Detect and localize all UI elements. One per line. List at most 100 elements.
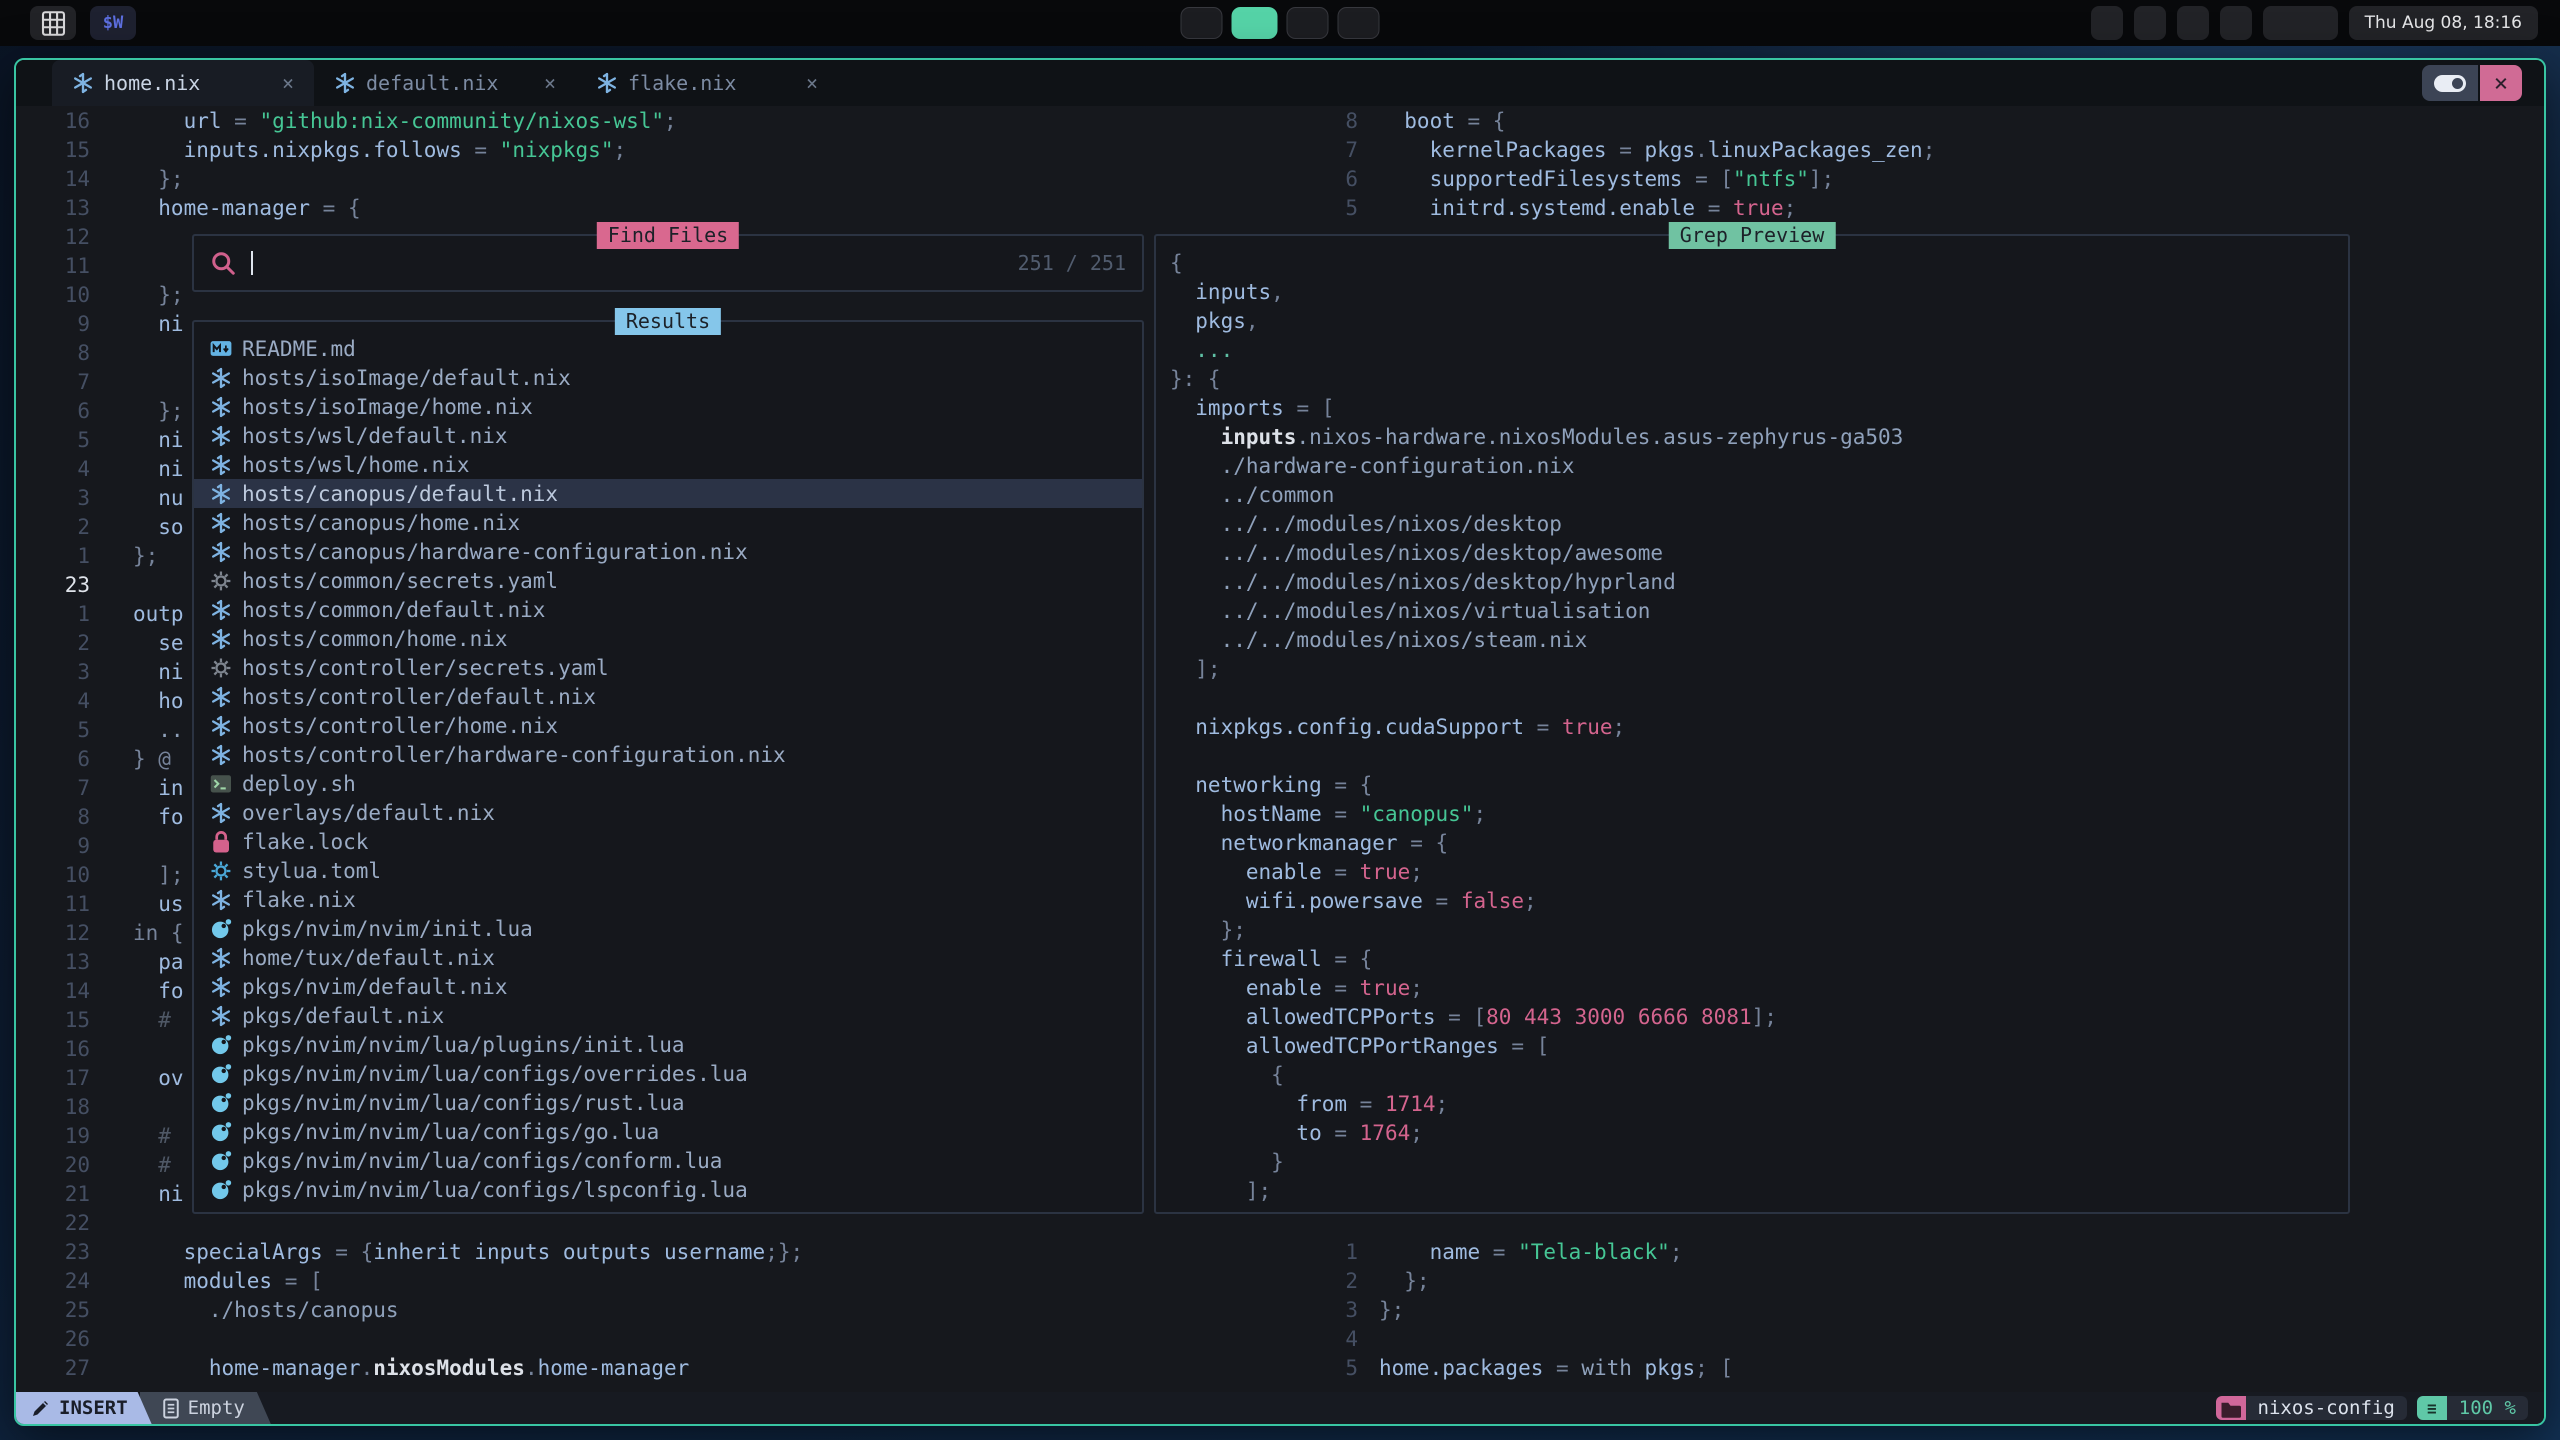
system-tray: [2263, 6, 2338, 40]
tab-close-icon[interactable]: ×: [544, 71, 556, 95]
file-result-item[interactable]: hosts/common/secrets.yaml: [194, 566, 1142, 595]
file-result-item[interactable]: pkgs/default.nix: [194, 1001, 1142, 1030]
file-result-item[interactable]: hosts/controller/secrets.yaml: [194, 653, 1142, 682]
file-path: hosts/isoImage/default.nix: [242, 366, 571, 390]
file-result-item[interactable]: README.md: [194, 334, 1142, 363]
code-line: 24 modules = [: [16, 1266, 1296, 1295]
file-result-item[interactable]: flake.nix: [194, 885, 1142, 914]
file-path: pkgs/nvim/nvim/init.lua: [242, 917, 533, 941]
search-input[interactable]: 251 / 251: [194, 236, 1142, 290]
code-text: boot = {: [1379, 109, 1505, 133]
launcher-button[interactable]: [30, 6, 76, 40]
code-text: ov: [133, 1066, 184, 1090]
tab-close-icon[interactable]: ×: [806, 71, 818, 95]
code-text: home.packages = with pkgs; [: [1379, 1356, 1733, 1380]
code-text: ];: [1170, 1179, 1271, 1203]
line-number: 4: [1298, 1327, 1358, 1351]
file-path: pkgs/nvim/nvim/lua/configs/conform.lua: [242, 1149, 722, 1173]
file-result-item[interactable]: hosts/canopus/home.nix: [194, 508, 1142, 537]
window-close-button[interactable]: ×: [2480, 65, 2522, 101]
preview-line: inputs.nixos-hardware.nixosModules.asus-…: [1170, 422, 2348, 451]
file-result-item[interactable]: pkgs/nvim/nvim/lua/configs/go.lua: [194, 1117, 1142, 1146]
code-line: 2 };: [1298, 1266, 2544, 1295]
file-path: hosts/controller/home.nix: [242, 714, 558, 738]
file-result-item[interactable]: pkgs/nvim/nvim/lua/configs/lspconfig.lua: [194, 1175, 1142, 1204]
file-result-item[interactable]: hosts/canopus/default.nix: [194, 479, 1142, 508]
nix-icon: [72, 71, 94, 95]
file-result-item[interactable]: hosts/common/home.nix: [194, 624, 1142, 653]
code-text: to = 1764;: [1170, 1121, 1423, 1145]
file-result-item[interactable]: hosts/controller/home.nix: [194, 711, 1142, 740]
editor-tab[interactable]: flake.nix ×: [576, 60, 838, 106]
line-number: 12: [16, 225, 90, 249]
code-text: };: [133, 283, 184, 307]
nix-icon: [210, 627, 232, 651]
file-result-item[interactable]: overlays/default.nix: [194, 798, 1142, 827]
code-text: from = 1714;: [1170, 1092, 1448, 1116]
code-text: };: [133, 399, 184, 423]
code-text: inputs,: [1170, 280, 1284, 304]
code-text: wifi.powersave = false;: [1170, 889, 1537, 913]
file-result-item[interactable]: pkgs/nvim/nvim/lua/configs/overrides.lua: [194, 1059, 1142, 1088]
line-number: 2: [16, 631, 90, 655]
workspace-button[interactable]: [1181, 7, 1223, 39]
code-text: hostName = "canopus";: [1170, 802, 1486, 826]
file-result-item[interactable]: hosts/wsl/home.nix: [194, 450, 1142, 479]
file-result-item[interactable]: pkgs/nvim/nvim/lua/plugins/init.lua: [194, 1030, 1142, 1059]
line-number: 8: [16, 805, 90, 829]
status-tile: [2177, 6, 2209, 40]
nix-icon: [210, 1004, 232, 1028]
line-number: 2: [1298, 1269, 1358, 1293]
file-result-item[interactable]: hosts/controller/default.nix: [194, 682, 1142, 711]
workspace-button[interactable]: [1338, 7, 1380, 39]
desktop: $W Thu Aug 08, 18:16 home.nix × default.…: [0, 0, 2560, 1440]
tab-close-icon[interactable]: ×: [282, 71, 294, 95]
line-number: 25: [16, 1298, 90, 1322]
file-result-item[interactable]: hosts/controller/hardware-configuration.…: [194, 740, 1142, 769]
workspace-button[interactable]: [1232, 7, 1278, 39]
file-path: hosts/canopus/default.nix: [242, 482, 558, 506]
workspaces: [1181, 7, 1380, 39]
code-text: };: [133, 167, 184, 191]
app-logo[interactable]: $W: [90, 6, 136, 40]
search-icon: [210, 250, 237, 277]
position-pill: ≡ 100 %: [2417, 1396, 2528, 1420]
file-result-item[interactable]: stylua.toml: [194, 856, 1142, 885]
lua-icon: [210, 1033, 232, 1057]
file-path: pkgs/default.nix: [242, 1004, 444, 1028]
code-text: ../common: [1170, 483, 1334, 507]
file-path: hosts/wsl/default.nix: [242, 424, 508, 448]
file-result-item[interactable]: flake.lock: [194, 827, 1142, 856]
preview-line: hostName = "canopus";: [1170, 799, 2348, 828]
file-result-item[interactable]: hosts/isoImage/home.nix: [194, 392, 1142, 421]
file-path: pkgs/nvim/nvim/lua/configs/overrides.lua: [242, 1062, 748, 1086]
file-result-item[interactable]: hosts/common/default.nix: [194, 595, 1142, 624]
file-result-item[interactable]: hosts/canopus/hardware-configuration.nix: [194, 537, 1142, 566]
file-result-item[interactable]: pkgs/nvim/nvim/init.lua: [194, 914, 1142, 943]
code-line: 13 home-manager = {: [16, 193, 1296, 222]
line-number: 4: [16, 457, 90, 481]
mode-label: INSERT: [59, 1397, 128, 1419]
file-path: hosts/common/secrets.yaml: [242, 569, 558, 593]
file-result-item[interactable]: pkgs/nvim/nvim/lua/configs/conform.lua: [194, 1146, 1142, 1175]
editor-tab[interactable]: default.nix ×: [314, 60, 576, 106]
file-result-item[interactable]: hosts/isoImage/default.nix: [194, 363, 1142, 392]
find-files-prompt: Find Files 251 / 251: [192, 234, 1144, 292]
grep-preview-popup: Grep Preview { inputs, pkgs, ... }: { im…: [1154, 234, 2350, 1214]
workspace-button[interactable]: [1287, 7, 1329, 39]
toggle-button[interactable]: [2422, 65, 2478, 101]
preview-line: ../../modules/nixos/steam.nix: [1170, 625, 2348, 654]
file-result-item[interactable]: pkgs/nvim/default.nix: [194, 972, 1142, 1001]
line-number: 5: [16, 428, 90, 452]
file-result-item[interactable]: hosts/wsl/default.nix: [194, 421, 1142, 450]
code-text: ./hosts/canopus: [133, 1298, 399, 1322]
code-text: pa: [133, 950, 184, 974]
file-result-item[interactable]: deploy.sh: [194, 769, 1142, 798]
editor-tab[interactable]: home.nix ×: [52, 60, 314, 106]
file-result-item[interactable]: home/tux/default.nix: [194, 943, 1142, 972]
preview-line: firewall = {: [1170, 944, 2348, 973]
line-number: 8: [16, 341, 90, 365]
preview-line: inputs,: [1170, 277, 2348, 306]
file-result-item[interactable]: pkgs/nvim/nvim/lua/configs/rust.lua: [194, 1088, 1142, 1117]
file-indicator: Empty: [140, 1392, 271, 1424]
